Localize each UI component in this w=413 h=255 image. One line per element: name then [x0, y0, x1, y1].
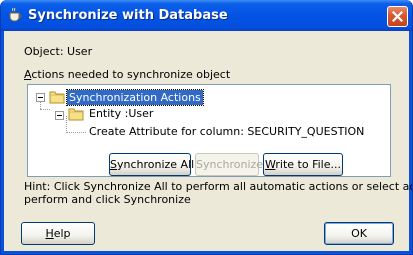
- synchronize-all-button[interactable]: Synchronize All: [109, 153, 195, 176]
- cup-icon: [9, 7, 22, 22]
- folder-icon: [68, 108, 84, 121]
- tree-node-action[interactable]: Create Attribute for column: SECURITY_QU…: [89, 125, 364, 138]
- actions-label-text: ctions needed to synchronize object: [31, 68, 231, 81]
- tree-connector: [40, 109, 50, 110]
- collapse-toggle-root[interactable]: [36, 93, 45, 102]
- help-button[interactable]: Help: [21, 222, 95, 245]
- collapse-toggle-entity[interactable]: [55, 111, 64, 120]
- synchronize-all-label: ynchronize All: [116, 158, 195, 171]
- ok-button[interactable]: OK: [324, 222, 394, 245]
- object-label: Object: User: [24, 45, 93, 58]
- help-mnemonic: H: [45, 227, 54, 240]
- write-to-file-mnemonic: W: [265, 158, 276, 171]
- tree-node-entity[interactable]: Entity :User: [89, 107, 153, 120]
- write-to-file-label: rite to File...: [275, 158, 341, 171]
- dialog-body: Object: User Actions needed to synchroni…: [4, 31, 412, 251]
- tree-connector: [66, 116, 67, 133]
- help-label: elp: [53, 227, 71, 240]
- window-title: Synchronize with Database: [28, 8, 228, 23]
- synchronize-button[interactable]: Synchronize: [195, 153, 263, 176]
- folder-icon: [49, 91, 65, 104]
- dialog-window: Synchronize with Database Object: User A…: [0, 0, 413, 255]
- title-bar[interactable]: Synchronize with Database: [1, 0, 412, 31]
- close-button[interactable]: [387, 6, 408, 27]
- tree-node-root[interactable]: Synchronization Actions: [66, 89, 204, 106]
- actions-label: Actions needed to synchronize object: [24, 68, 230, 81]
- hint-text-line1: Hint: Click Synchronize All to perform a…: [24, 180, 412, 193]
- close-icon: [392, 11, 403, 22]
- write-to-file-button[interactable]: Write to File...: [263, 153, 343, 176]
- hint-text-line2: perform and click Synchronize: [24, 193, 191, 206]
- synchronize-all-mnemonic: S: [110, 158, 117, 171]
- tree-connector: [66, 132, 86, 133]
